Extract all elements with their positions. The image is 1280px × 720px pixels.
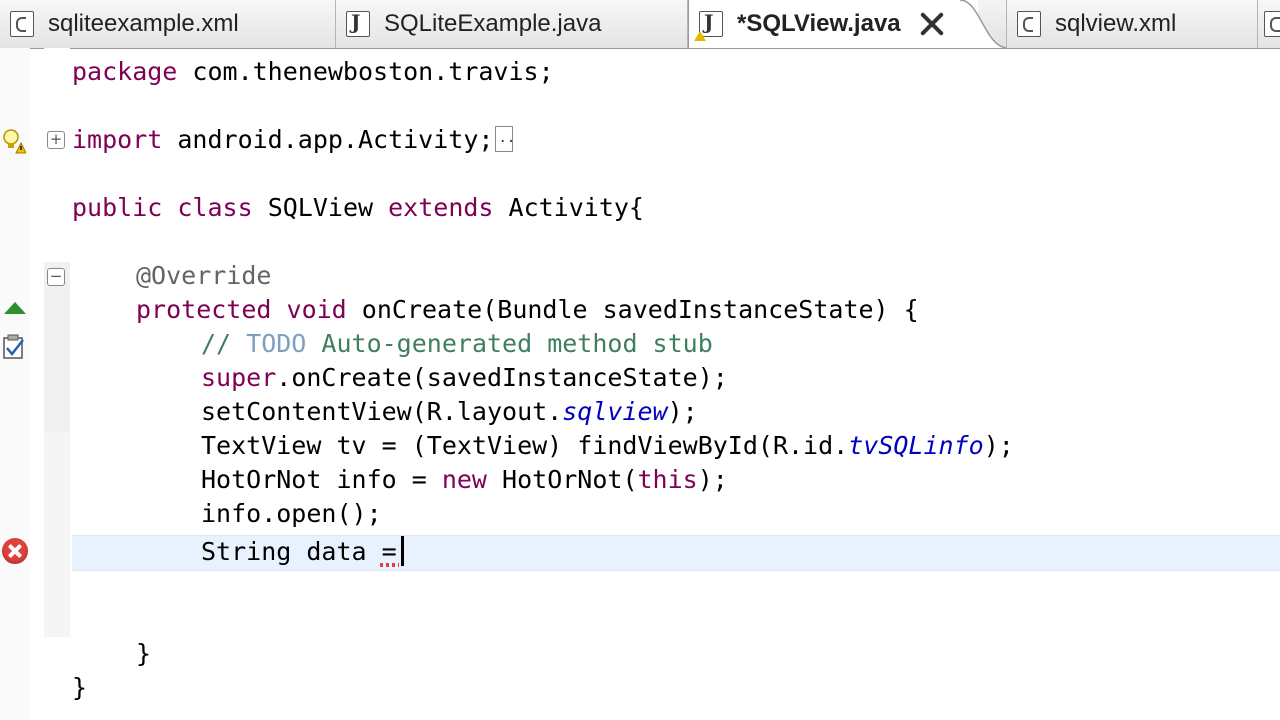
code-line-setcontentview[interactable]: setContentView(R.layout.sqlview);	[201, 395, 698, 429]
code-line-todo-comment[interactable]: // TODO Auto-generated method stub	[201, 327, 713, 361]
code-line-string-data[interactable]: String data =	[201, 535, 404, 569]
field-reference: sqlview	[562, 397, 668, 426]
tab-overflow[interactable]	[1258, 0, 1280, 48]
keyword: void	[286, 295, 347, 324]
code-line-textview[interactable]: TextView tv = (TextView) findViewById(R.…	[201, 429, 1014, 463]
code-text: com.thenewboston.travis;	[177, 57, 554, 86]
code-line-super[interactable]: super.onCreate(savedInstanceState);	[201, 361, 728, 395]
tab-label: sqliteexample.xml	[48, 10, 239, 37]
code-text: );	[667, 397, 698, 426]
keyword: protected	[136, 295, 272, 324]
tab-sqliteexample-java[interactable]: SQLiteExample.java	[336, 0, 688, 48]
tab-label: sqlview.xml	[1055, 10, 1177, 37]
code-text: String data	[201, 537, 382, 566]
keyword: class	[177, 193, 253, 222]
code-text: Activity{	[493, 193, 644, 222]
code-text: SQLView	[252, 193, 389, 222]
error-icon[interactable]	[2, 538, 28, 564]
field-reference: tvSQLinfo	[848, 431, 984, 460]
code-text: android.app.Activity;	[162, 125, 494, 154]
collapse-method-icon[interactable]: −	[47, 268, 65, 286]
code-text: }	[136, 639, 152, 668]
keyword: public	[72, 193, 163, 222]
code-text: }	[72, 673, 88, 702]
code-line-package[interactable]: package com.thenewboston.travis;	[72, 55, 554, 89]
java-file-warning-icon	[694, 10, 723, 41]
code-text: info.open();	[201, 499, 382, 528]
keyword: super	[201, 363, 277, 392]
annotation: @Override	[136, 261, 272, 290]
tab-sqlview-xml[interactable]: sqlview.xml	[1006, 0, 1258, 48]
task-checkbox-icon[interactable]	[2, 334, 26, 360]
code-line-method-close[interactable]: }	[136, 637, 151, 671]
quick-fix-warning-icon[interactable]	[2, 128, 26, 154]
code-text: );	[697, 465, 728, 494]
xml-file-icon	[1017, 11, 1041, 37]
code-text: HotOrNot(	[486, 465, 638, 494]
code-text: );	[983, 431, 1014, 460]
xml-file-icon	[10, 11, 34, 37]
code-text: .onCreate(savedInstanceState);	[276, 363, 728, 392]
override-marker-icon[interactable]	[4, 302, 26, 314]
text-cursor	[400, 536, 404, 566]
fold-region-shade	[44, 262, 70, 432]
expand-imports-icon[interactable]: +	[47, 131, 65, 149]
keyword: extends	[388, 193, 494, 222]
java-file-icon	[346, 10, 370, 37]
comment: Auto-generated method stub	[306, 329, 713, 358]
code-text: setContentView(R.layout.	[201, 397, 563, 426]
todo-tag: TODO	[246, 329, 307, 358]
tab-sqliteexample-xml[interactable]: sqliteexample.xml	[0, 0, 336, 48]
keyword: import	[72, 125, 163, 154]
code-line-import[interactable]: import android.app.Activity;	[72, 123, 515, 157]
code-line-class-decl[interactable]: public class SQLView extends Activity{	[72, 191, 644, 225]
editor-tab-bar: sqliteexample.xml SQLiteExample.java *SQ…	[0, 0, 1280, 49]
folded-imports-ellipsis[interactable]	[495, 126, 515, 152]
close-tab-icon[interactable]	[919, 11, 945, 37]
code-line-class-close[interactable]: }	[72, 671, 87, 705]
code-line-oncreate[interactable]: protected void onCreate(Bundle savedInst…	[136, 293, 919, 327]
code-text: HotOrNot info =	[201, 465, 442, 494]
keyword: package	[72, 57, 178, 86]
tab-label: SQLiteExample.java	[384, 10, 602, 37]
code-text: onCreate(Bundle savedInstanceState) {	[346, 295, 919, 324]
comment: //	[201, 329, 247, 358]
tab-sqlview-java[interactable]: *SQLView.java	[688, 0, 978, 48]
code-line-info-open[interactable]: info.open();	[201, 497, 382, 531]
code-text: TextView tv = (TextView) findViewById(R.…	[201, 431, 849, 460]
tab-label: *SQLView.java	[737, 10, 901, 37]
keyword: new	[441, 465, 487, 494]
code-line-override[interactable]: @Override	[136, 259, 271, 293]
fold-region-shade	[44, 432, 70, 637]
error-underline: =	[379, 535, 399, 569]
keyword: this	[637, 465, 698, 494]
file-icon	[1264, 11, 1280, 37]
code-line-hotornot[interactable]: HotOrNot info = new HotOrNot(this);	[201, 463, 728, 497]
